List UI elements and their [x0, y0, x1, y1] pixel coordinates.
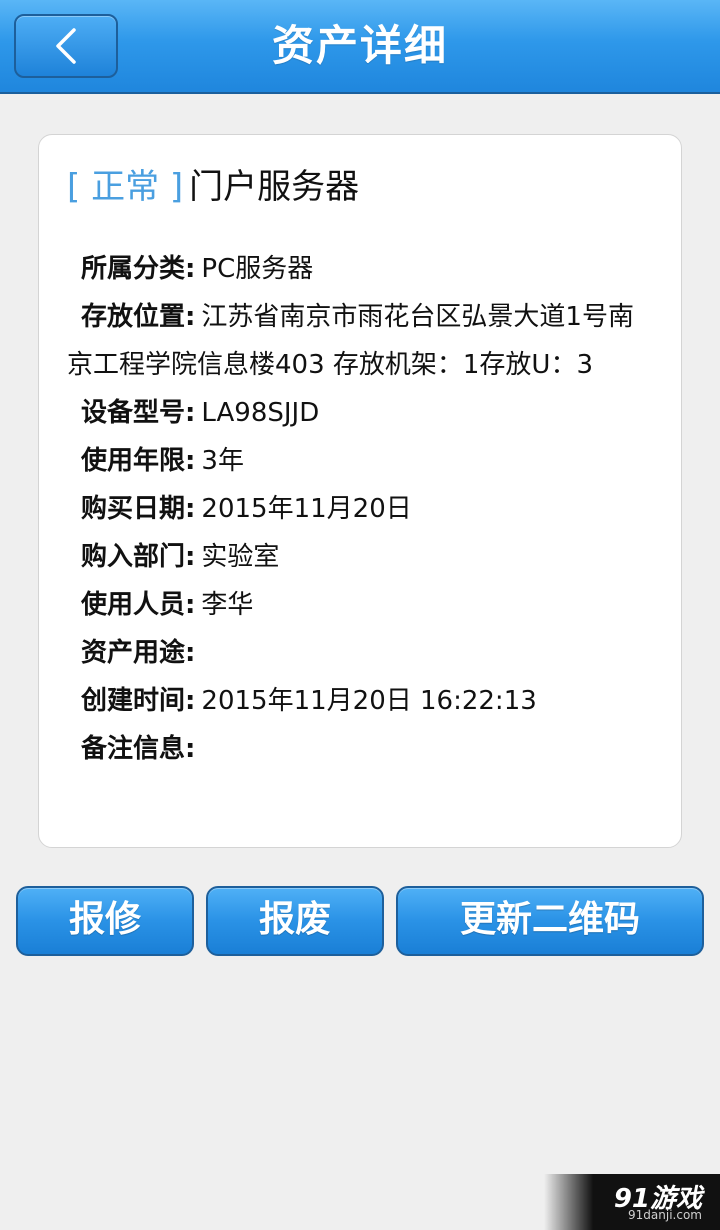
watermark: 91游戏 91danji.com	[544, 1174, 720, 1230]
detail-row-location: 存放位置: 江苏省南京市雨花台区弘景大道1号南京工程学院信息楼403 存放机架：1…	[67, 293, 651, 389]
detail-value: 李华	[201, 590, 254, 620]
detail-label: 存放位置:	[81, 302, 196, 332]
detail-value: 实验室	[201, 542, 280, 572]
detail-label: 使用人员:	[81, 590, 196, 620]
detail-value: 2015年11月20日 16:22:13	[201, 686, 537, 716]
detail-row-model: 设备型号: LA98SJJD	[67, 389, 651, 437]
detail-label: 使用年限:	[81, 446, 196, 476]
asset-title: [ 正常 ] 门户服务器	[67, 161, 359, 213]
detail-row-purchase-date: 购买日期: 2015年11月20日	[67, 485, 651, 533]
detail-row-department: 购入部门: 实验室	[67, 533, 651, 581]
detail-row-category: 所属分类: PC服务器	[67, 245, 651, 293]
detail-label: 创建时间:	[81, 686, 196, 716]
detail-value: LA98SJJD	[201, 398, 320, 428]
chevron-left-icon	[54, 27, 78, 65]
scrap-button[interactable]: 报废	[206, 886, 384, 956]
detail-value: 2015年11月20日	[201, 494, 412, 524]
detail-label: 购买日期:	[81, 494, 196, 524]
detail-list: 所属分类: PC服务器 存放位置: 江苏省南京市雨花台区弘景大道1号南京工程学院信息…	[67, 245, 651, 773]
detail-row-purpose: 资产用途:	[67, 629, 651, 677]
detail-label: 所属分类:	[81, 254, 196, 284]
detail-row-created-time: 创建时间: 2015年11月20日 16:22:13	[67, 677, 651, 725]
detail-row-service-life: 使用年限: 3年	[67, 437, 651, 485]
asset-detail-card: [ 正常 ] 门户服务器 所属分类: PC服务器 存放位置: 江苏省南京市雨花台区弘景…	[38, 134, 682, 848]
detail-value: 3年	[201, 446, 244, 476]
detail-row-user: 使用人员: 李华	[67, 581, 651, 629]
detail-value: PC服务器	[201, 254, 314, 284]
back-button[interactable]	[14, 14, 118, 78]
detail-label: 购入部门:	[81, 542, 196, 572]
detail-label: 设备型号:	[81, 398, 196, 428]
detail-row-remarks: 备注信息:	[67, 725, 651, 773]
detail-label: 备注信息:	[81, 734, 196, 764]
status-badge: [ 正常 ]	[67, 167, 184, 207]
watermark-url: 91danji.com	[628, 1208, 702, 1222]
asset-name: 门户服务器	[189, 167, 360, 207]
repair-button[interactable]: 报修	[16, 886, 194, 956]
detail-label: 资产用途:	[81, 638, 196, 668]
update-qr-code-button[interactable]: 更新二维码	[396, 886, 704, 956]
top-bar: 资产详细	[0, 0, 720, 94]
